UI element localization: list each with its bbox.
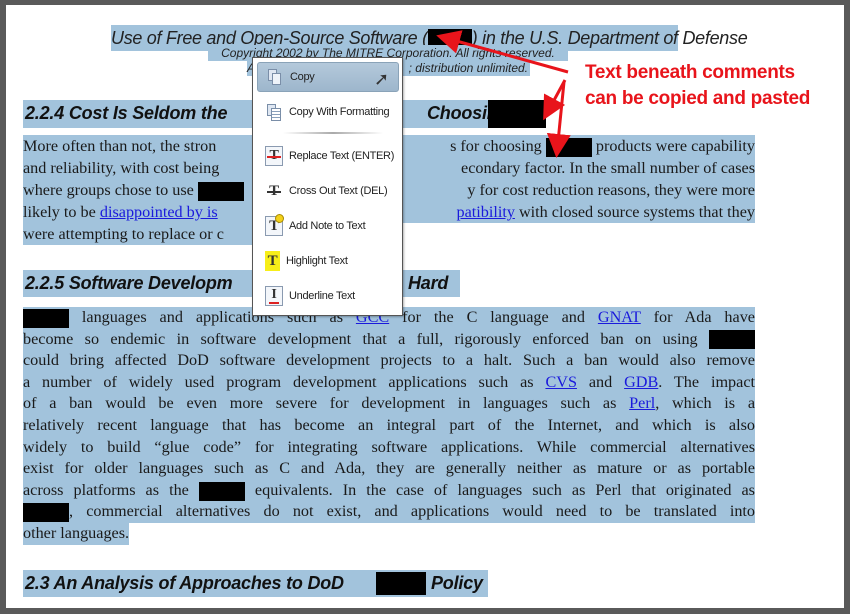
annotation-callout: Text beneath comments can be copied and … bbox=[585, 60, 810, 112]
annotation-line-1: Text beneath comments bbox=[585, 62, 795, 83]
annotation-line-2: can be copied and pasted bbox=[585, 88, 811, 109]
arrow-to-title bbox=[436, 30, 569, 74]
